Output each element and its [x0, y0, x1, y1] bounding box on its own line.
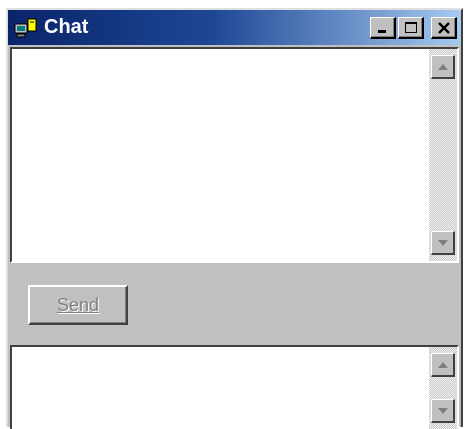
send-toolbar: Send	[8, 265, 461, 343]
arrow-up-icon	[437, 361, 448, 368]
input-scrollbar[interactable]	[429, 347, 457, 429]
input-scroll-up-button[interactable]	[431, 353, 455, 377]
input-scroll-down-button[interactable]	[431, 399, 455, 423]
history-scroll-down-button[interactable]	[431, 231, 455, 255]
arrow-down-icon	[437, 407, 448, 414]
arrow-down-icon	[437, 239, 448, 246]
chat-history-pane[interactable]	[10, 47, 459, 263]
close-button[interactable]	[431, 17, 457, 39]
minimize-button[interactable]	[370, 17, 396, 39]
send-button[interactable]: Send	[28, 285, 128, 325]
arrow-up-icon	[437, 63, 448, 70]
maximize-button[interactable]	[398, 17, 424, 39]
window-title: Chat	[44, 16, 89, 38]
minimize-icon	[377, 29, 386, 33]
title-bar[interactable]: Chat	[8, 10, 461, 45]
maximize-icon	[404, 21, 417, 33]
history-scrollbar[interactable]	[429, 49, 457, 261]
message-input-pane[interactable]	[10, 345, 459, 429]
chat-window: Chat Send	[6, 8, 463, 429]
close-icon	[437, 21, 450, 34]
app-computer-icon	[14, 18, 37, 38]
history-scroll-up-button[interactable]	[431, 55, 455, 79]
